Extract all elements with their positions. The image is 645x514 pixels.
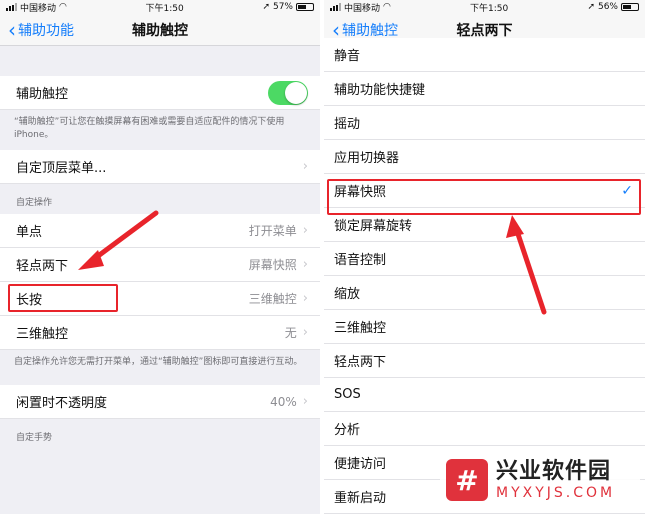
status-time: 下午1:50 [145, 3, 184, 14]
signal-icon [6, 3, 17, 11]
custom-actions-note: 自定操作允许您无需打开菜单，通过“辅助触控”图标即可直接进行互动。 [0, 350, 320, 377]
option-row[interactable]: 分析 [324, 412, 645, 446]
chevron-right-icon: › [302, 257, 308, 272]
chevron-left-icon: ‹ [332, 17, 340, 42]
back-button[interactable]: ‹ 辅助功能 [0, 20, 74, 40]
option-label: 摇动 [334, 117, 361, 132]
custom-actions-header: 自定操作 [0, 184, 320, 214]
option-label: 屏幕快照 [334, 185, 387, 200]
option-label: 语音控制 [334, 253, 387, 268]
status-bar: 中国移动 ◠ 下午1:50 ➚ 56% [324, 0, 645, 14]
chevron-left-icon: ‹ [8, 17, 16, 42]
option-row[interactable]: 三维触控 [324, 310, 645, 344]
option-label: SOS [334, 387, 361, 402]
chevron-right-icon: › [302, 394, 308, 409]
back-button[interactable]: ‹ 辅助触控 [324, 20, 398, 40]
hash-logo-icon: # [446, 459, 488, 501]
option-label: 应用切换器 [334, 151, 400, 166]
action-row[interactable]: 长按 三维触控 › [0, 282, 320, 316]
assistive-touch-toggle[interactable] [268, 80, 308, 105]
option-label: 静音 [334, 49, 361, 64]
checkmark-icon: ✓ [621, 182, 633, 199]
idle-opacity-label: 闲置时不透明度 [16, 396, 108, 411]
assistive-touch-screen: 中国移动 ◠ 下午1:50 ➚ 57% ‹ 辅助功能 辅助触控 辅助触控 “辅助… [0, 0, 320, 514]
watermark: # 兴业软件园 MYXYJS.COM [440, 452, 640, 508]
status-bar: 中国移动 ◠ 下午1:50 ➚ 57% [0, 0, 320, 14]
back-label: 辅助功能 [18, 22, 74, 39]
option-row[interactable]: 摇动 [324, 106, 645, 140]
watermark-name: 兴业软件园 [496, 459, 612, 484]
assistive-touch-note: “辅助触控”可让您在触摸屏幕有困难或需要自适应配件的情况下使用 iPhone。 [0, 110, 320, 150]
assistive-touch-label: 辅助触控 [16, 87, 69, 102]
location-icon: ➚ [262, 2, 270, 12]
option-row[interactable]: 锁定屏幕旋转 [324, 208, 645, 242]
option-label: 分析 [334, 423, 361, 438]
chevron-right-icon: › [302, 223, 308, 238]
watermark-domain: MYXYJS.COM [496, 485, 616, 501]
option-row[interactable]: 缩放 [324, 276, 645, 310]
action-label: 轻点两下 [16, 259, 69, 274]
wifi-icon: ◠ [383, 2, 391, 12]
option-row[interactable]: 语音控制 [324, 242, 645, 276]
signal-icon [330, 3, 341, 11]
battery-icon [296, 3, 314, 11]
option-row[interactable]: 屏幕快照 ✓ [324, 174, 645, 208]
option-row[interactable]: 轻点两下 [324, 344, 645, 378]
chevron-right-icon: › [302, 291, 308, 306]
action-row[interactable]: 三维触控 无 › [0, 316, 320, 350]
location-icon: ➚ [587, 2, 595, 12]
action-label: 长按 [16, 293, 43, 308]
option-row[interactable]: SOS [324, 378, 645, 412]
action-label: 三维触控 [16, 327, 69, 342]
custom-top-menu-row[interactable]: 自定顶层菜单... › [0, 150, 320, 184]
double-tap-screen: 中国移动 ◠ 下午1:50 ➚ 56% ‹ 辅助触控 轻点两下 静音辅助功能快捷… [324, 0, 645, 514]
idle-opacity-value: 40% [270, 394, 297, 409]
option-row[interactable]: 静音 [324, 38, 645, 72]
back-label: 辅助触控 [342, 22, 398, 39]
nav-bar: ‹ 辅助功能 辅助触控 [0, 14, 320, 46]
option-label: 重新启动 [334, 491, 387, 506]
custom-top-menu-label: 自定顶层菜单... [16, 161, 107, 176]
wifi-icon: ◠ [59, 2, 67, 12]
option-row[interactable]: 辅助功能快捷键 [324, 72, 645, 106]
chevron-right-icon: › [302, 159, 308, 174]
option-label: 锁定屏幕旋转 [334, 219, 413, 234]
option-label: 辅助功能快捷键 [334, 83, 426, 98]
action-row[interactable]: 轻点两下 屏幕快照 › [0, 248, 320, 282]
action-value: 屏幕快照 [248, 258, 297, 272]
assistive-touch-row: 辅助触控 [0, 76, 320, 110]
status-time: 下午1:50 [470, 3, 509, 14]
option-row[interactable]: 应用切换器 [324, 140, 645, 174]
idle-opacity-row[interactable]: 闲置时不透明度 40% › [0, 385, 320, 419]
chevron-right-icon: › [302, 325, 308, 340]
option-label: 缩放 [334, 287, 361, 302]
carrier-label: 中国移动 [20, 3, 57, 14]
action-value: 三维触控 [248, 292, 297, 306]
carrier-label: 中国移动 [344, 3, 381, 14]
action-row[interactable]: 单点 打开菜单 › [0, 214, 320, 248]
option-label: 便捷访问 [334, 457, 387, 472]
battery-percent: 56% [597, 2, 618, 12]
action-options-list: 静音辅助功能快捷键 摇动应用切换器屏幕快照 ✓ 锁定屏幕旋转 语音控制缩放三维触控轻点两… [324, 38, 645, 514]
option-label: 轻点两下 [334, 355, 387, 370]
action-value: 无 [284, 326, 297, 340]
custom-gestures-header: 自定手势 [0, 419, 320, 449]
action-label: 单点 [16, 225, 43, 240]
action-value: 打开菜单 [248, 224, 297, 238]
battery-icon [621, 3, 639, 11]
option-label: 三维触控 [334, 321, 387, 336]
custom-actions-list: 单点 打开菜单 › 轻点两下 屏幕快照 › 长按 三维触控 › 三维触控无 › [0, 214, 320, 350]
battery-percent: 57% [272, 2, 293, 12]
